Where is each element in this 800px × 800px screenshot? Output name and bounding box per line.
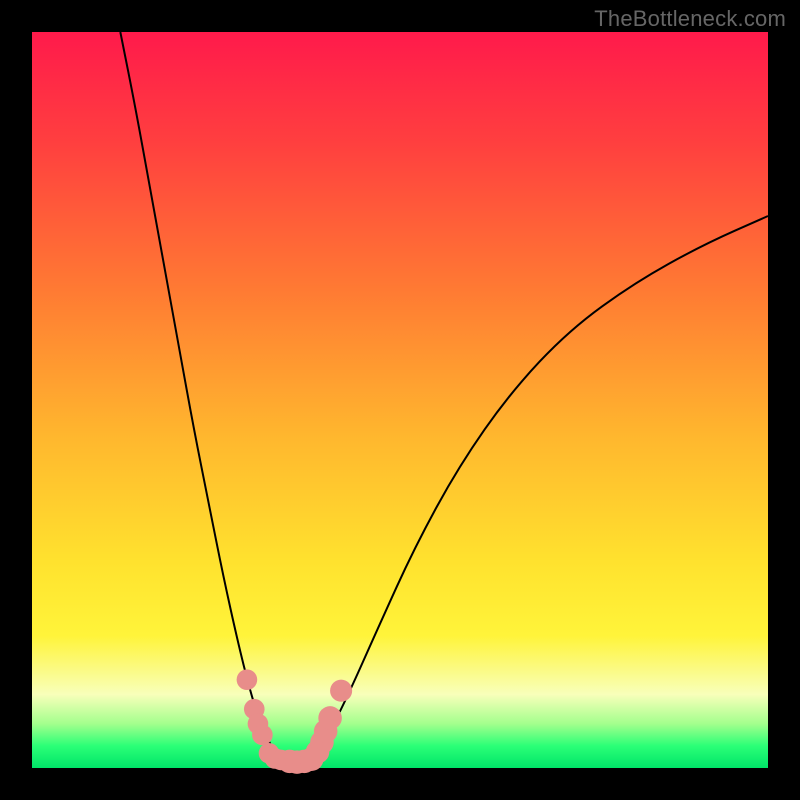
valley-marker [237, 669, 258, 690]
plot-area [32, 32, 768, 768]
chart-root: { "watermark": "TheBottleneck.com", "col… [0, 0, 800, 800]
valley-marker [330, 680, 352, 702]
valley-marker-group [237, 669, 353, 774]
valley-marker [252, 725, 273, 746]
curve-left-branch [120, 32, 278, 759]
watermark-text: TheBottleneck.com [594, 6, 786, 32]
valley-marker [318, 706, 342, 730]
chart-overlay [32, 32, 768, 768]
curve-right-branch [312, 216, 768, 759]
